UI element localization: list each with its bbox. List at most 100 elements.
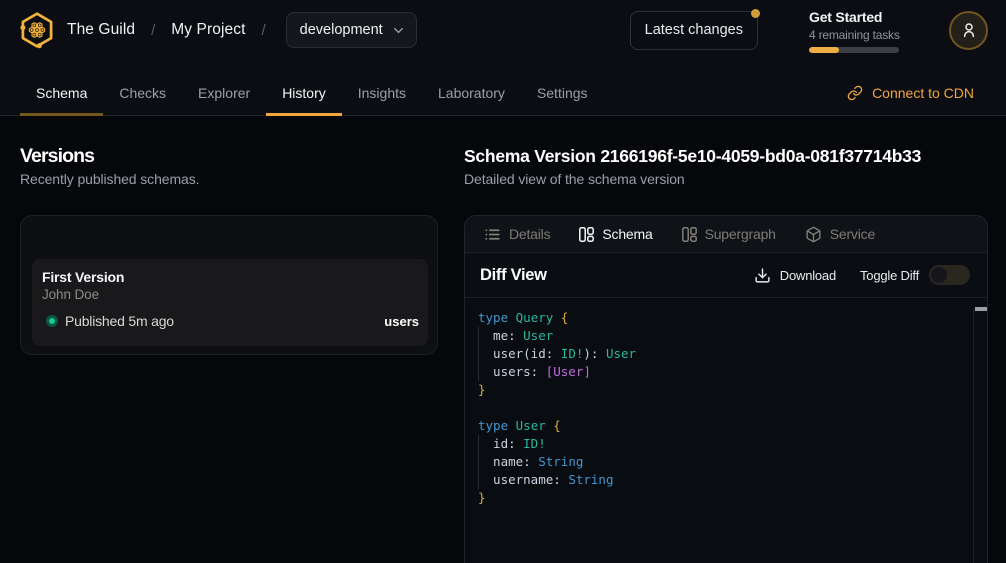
get-started-subtitle: 4 remaining tasks — [809, 28, 899, 42]
tab-schema-view-label: Schema — [602, 226, 652, 242]
code-token-plain: id: — [478, 436, 523, 451]
version-author: John Doe — [42, 287, 419, 302]
target-select[interactable]: development — [286, 12, 417, 48]
versions-list: First Version John Doe Published 5m ago … — [20, 215, 438, 355]
published-status-dot — [46, 315, 58, 327]
download-button[interactable]: Download — [754, 267, 836, 284]
versions-subtitle: Recently published schemas. — [20, 171, 438, 187]
tab-explorer[interactable]: Explorer — [182, 72, 266, 116]
schema-detail-card: Details Schema Supergr — [464, 215, 988, 563]
schema-code-block[interactable]: type Query { me: User user(id: ID!): Use… — [465, 299, 973, 563]
version-meta-row: Published 5m ago users — [42, 313, 419, 329]
breadcrumb-org[interactable]: The Guild — [67, 21, 135, 39]
latest-changes-label: Latest changes — [645, 22, 743, 38]
indent-guide — [478, 345, 479, 363]
code-scrollbar[interactable] — [973, 308, 987, 563]
diff-view-title: Diff View — [480, 266, 547, 285]
box-icon — [805, 226, 822, 243]
hive-logo-icon[interactable] — [16, 9, 58, 51]
code-token-type: ID! — [561, 346, 584, 361]
code-scrollbar-thumb[interactable] — [975, 307, 987, 311]
tab-insights[interactable]: Insights — [342, 72, 422, 116]
panels-icon — [579, 227, 594, 242]
tab-settings[interactable]: Settings — [521, 72, 604, 116]
download-label: Download — [780, 268, 836, 283]
target-select-value: development — [300, 22, 383, 38]
code-line: name: String — [478, 453, 973, 471]
toggle-diff-switch[interactable] — [929, 265, 970, 285]
tab-details-label: Details — [509, 226, 550, 242]
breadcrumb-separator-2: / — [262, 22, 266, 39]
code-token-plain: users: — [478, 364, 546, 379]
code-line: type Query { — [478, 309, 973, 327]
tab-service[interactable]: Service — [805, 226, 875, 243]
indent-guide — [478, 471, 479, 489]
connect-to-cdn-button[interactable]: Connect to CDN — [847, 72, 974, 116]
switch-knob — [931, 267, 947, 283]
code-line: type User { — [478, 417, 973, 435]
version-status: Published 5m ago — [65, 313, 174, 329]
indent-guide — [478, 363, 479, 381]
code-token-kw: type — [478, 418, 516, 433]
tab-history[interactable]: History — [266, 72, 342, 116]
code-token-type: User — [523, 328, 553, 343]
chevron-down-icon — [391, 23, 406, 38]
tab-schema[interactable]: Schema — [20, 72, 103, 116]
versions-panel: Versions Recently published schemas. Fir… — [0, 116, 464, 563]
versions-title: Versions — [20, 145, 438, 167]
schema-version-subtitle: Detailed view of the schema version — [464, 171, 988, 187]
code-line: me: User — [478, 327, 973, 345]
tab-schema-view[interactable]: Schema — [579, 226, 652, 242]
code-token-plain: name: — [478, 454, 538, 469]
breadcrumb-separator: / — [151, 22, 155, 39]
code-line: } — [478, 381, 973, 399]
indent-guide — [478, 453, 479, 471]
main-nav: Schema Checks Explorer History Insights … — [0, 60, 1006, 116]
schema-version-title: Schema Version 2166196f-5e10-4059-bd0a-0… — [464, 145, 988, 167]
code-token-list: [User] — [546, 364, 591, 379]
code-token-type: Query — [516, 310, 561, 325]
link-icon — [847, 85, 863, 101]
panels-icon — [682, 227, 697, 242]
latest-changes-button[interactable]: Latest changes — [630, 11, 758, 50]
code-line — [478, 399, 973, 417]
top-bar: The Guild / My Project / development Lat… — [0, 0, 1006, 60]
diff-view-header: Diff View Download Toggle Diff — [465, 253, 987, 298]
code-token-plain: username: — [478, 472, 568, 487]
code-token-kw: type — [478, 310, 516, 325]
code-token-brace: } — [478, 382, 486, 397]
code-token-plain: ): — [583, 346, 606, 361]
code-token-type: User — [516, 418, 554, 433]
version-name: First Version — [42, 269, 419, 285]
code-line: username: String — [478, 471, 973, 489]
tab-service-label: Service — [830, 226, 875, 242]
code-token-brace: } — [478, 490, 486, 505]
notification-dot — [751, 9, 760, 18]
tab-checks[interactable]: Checks — [103, 72, 182, 116]
code-token-brace: { — [553, 418, 561, 433]
toggle-diff-label: Toggle Diff — [860, 268, 919, 283]
code-token-plain: me: — [478, 328, 523, 343]
code-line: user(id: ID!): User — [478, 345, 973, 363]
get-started-progress-fill — [809, 47, 839, 53]
get-started-widget[interactable]: Get Started 4 remaining tasks — [809, 9, 899, 53]
download-icon — [754, 267, 771, 284]
user-avatar[interactable] — [949, 11, 988, 50]
detail-tabs: Details Schema Supergr — [465, 216, 987, 253]
code-token-brace: { — [561, 310, 569, 325]
get-started-title: Get Started — [809, 9, 899, 25]
tab-supergraph-label: Supergraph — [705, 226, 776, 242]
app-header: The Guild / My Project / development Lat… — [0, 0, 1006, 116]
indent-guide — [478, 327, 479, 345]
code-line: id: ID! — [478, 435, 973, 453]
version-item[interactable]: First Version John Doe Published 5m ago … — [32, 259, 428, 346]
code-token-type: User — [606, 346, 636, 361]
main-content: Versions Recently published schemas. Fir… — [0, 116, 1006, 563]
tab-details[interactable]: Details — [484, 226, 550, 243]
breadcrumb-project[interactable]: My Project — [171, 21, 245, 39]
user-icon — [959, 20, 979, 40]
tab-laboratory[interactable]: Laboratory — [422, 72, 521, 116]
version-service-badge: users — [384, 314, 419, 329]
tab-supergraph[interactable]: Supergraph — [682, 226, 776, 242]
list-icon — [484, 226, 501, 243]
